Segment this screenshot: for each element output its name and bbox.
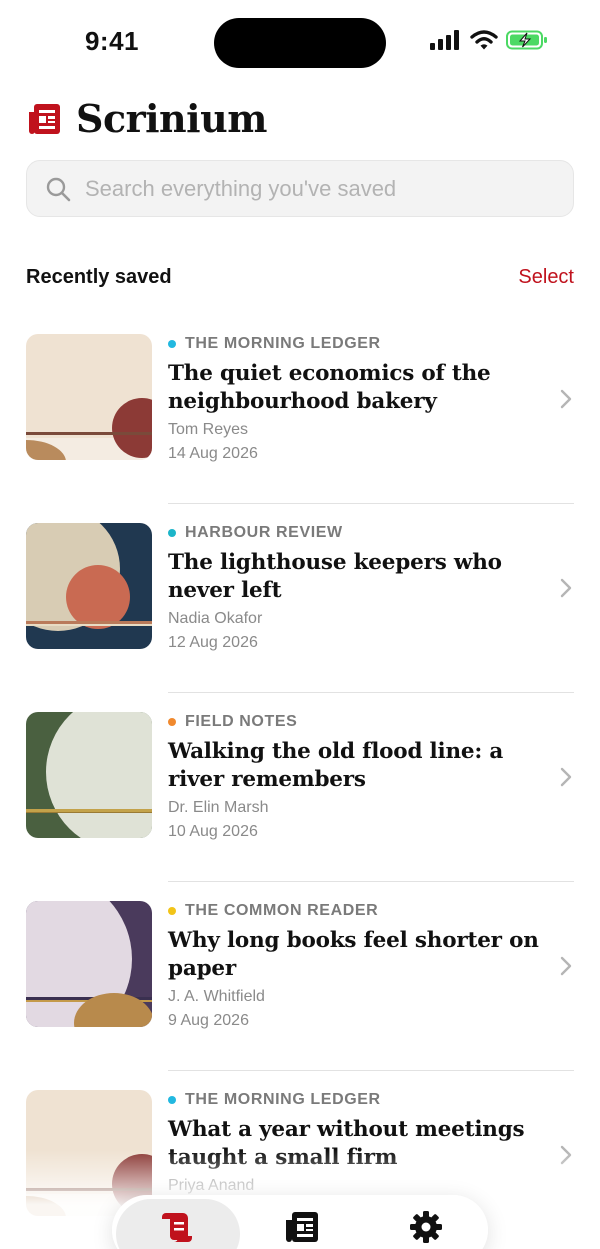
- chevron-right-icon: [560, 767, 572, 787]
- article-thumbnail: [26, 901, 152, 1027]
- article-date: 9 Aug 2026: [168, 1012, 249, 1029]
- section-title: Recently saved: [26, 266, 172, 288]
- article-source: THE COMMON READER: [185, 902, 379, 919]
- chevron-right-icon: [560, 578, 572, 598]
- select-button[interactable]: Select: [518, 266, 574, 289]
- cellular-signal-icon: [430, 30, 459, 50]
- app-title: Scrinium: [76, 96, 267, 141]
- tab-news[interactable]: [240, 1195, 364, 1249]
- article-row[interactable]: THE MORNING LEDGER The quiet economics o…: [0, 315, 600, 504]
- article-source: THE MORNING LEDGER: [185, 1091, 381, 1108]
- article-row[interactable]: HARBOUR REVIEW The lighthouse keepers wh…: [0, 504, 600, 693]
- article-title: Walking the old flood line: a river reme…: [168, 739, 504, 792]
- chevron-right-icon: [560, 1145, 572, 1165]
- status-icons: [430, 30, 548, 50]
- article-title: The lighthouse keepers who never left: [168, 550, 502, 603]
- tab-settings[interactable]: [364, 1195, 488, 1249]
- source-dot: [168, 340, 176, 348]
- search-input[interactable]: Search everything you've saved: [85, 176, 396, 202]
- source-dot: [168, 718, 176, 726]
- article-date: 10 Aug 2026: [168, 823, 258, 840]
- saved-articles-list: THE MORNING LEDGER The quiet economics o…: [0, 315, 600, 1249]
- article-author: J. A. Whitfield: [168, 988, 265, 1005]
- saved-icon: [162, 1213, 192, 1242]
- article-author: Nadia Okafor: [168, 610, 263, 627]
- source-dot: [168, 907, 176, 915]
- article-row[interactable]: THE COMMON READER Why long books feel sh…: [0, 882, 600, 1071]
- article-author: Tom Reyes: [168, 421, 249, 438]
- article-title: What a year without meetings taught a sm…: [168, 1117, 525, 1170]
- article-title: Why long books feel shorter on paper: [168, 928, 539, 981]
- source-dot: [168, 529, 176, 537]
- article-row[interactable]: FIELD NOTES Walking the old flood line: …: [0, 693, 600, 882]
- article-date: 12 Aug 2026: [168, 634, 258, 651]
- article-author: Priya Anand: [168, 1177, 255, 1194]
- article-thumbnail: [26, 523, 152, 649]
- article-source: FIELD NOTES: [185, 713, 298, 730]
- article-source: THE MORNING LEDGER: [185, 335, 381, 352]
- article-date: 14 Aug 2026: [168, 445, 258, 462]
- settings-icon: [410, 1211, 442, 1243]
- section-header: Recently saved Select: [26, 266, 574, 289]
- article-author: Dr. Elin Marsh: [168, 799, 269, 816]
- article-thumbnail: [26, 712, 152, 838]
- status-time: 9:41: [84, 26, 140, 56]
- app-logo-icon: [29, 103, 60, 134]
- chevron-right-icon: [560, 389, 572, 409]
- search-bar[interactable]: Search everything you've saved: [26, 160, 574, 217]
- wifi-icon: [470, 30, 498, 50]
- tab-saved[interactable]: [116, 1199, 240, 1249]
- dynamic-island: [214, 18, 386, 68]
- news-icon: [286, 1212, 318, 1242]
- tab-bar: [112, 1195, 488, 1249]
- article-source: HARBOUR REVIEW: [185, 524, 343, 541]
- chevron-right-icon: [560, 956, 572, 976]
- source-dot: [168, 1096, 176, 1104]
- article-title: The quiet economics of the neighbourhood…: [168, 361, 491, 414]
- search-icon: [46, 177, 71, 201]
- app-header: Scrinium: [26, 96, 267, 141]
- battery-charging-icon: [506, 30, 547, 50]
- status-bar: 9:41: [0, 0, 600, 88]
- article-thumbnail: [26, 334, 152, 460]
